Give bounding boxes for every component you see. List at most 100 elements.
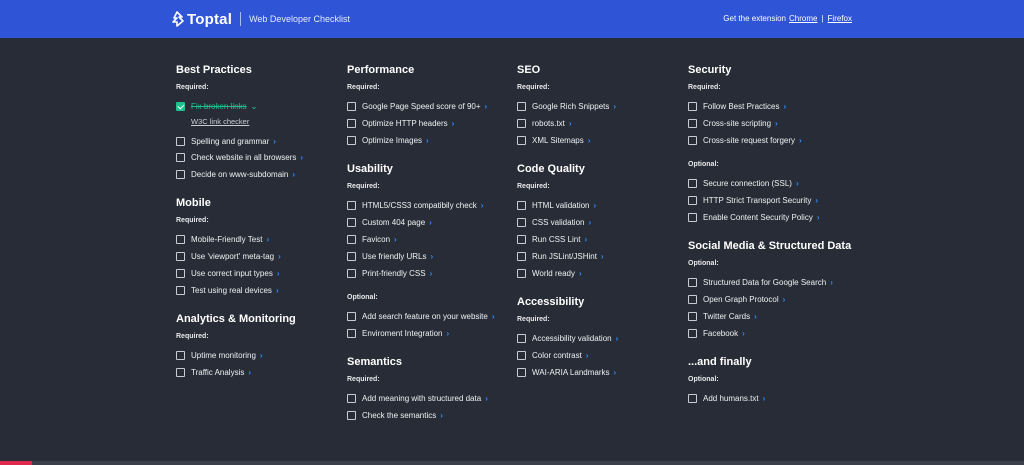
checkbox[interactable] xyxy=(517,200,526,210)
chevron-right-icon[interactable]: › xyxy=(492,312,495,321)
checklist-item[interactable]: Add meaning with structured data › xyxy=(347,392,488,404)
checklist-item[interactable]: Twitter Cards › xyxy=(688,310,757,322)
chevron-right-icon[interactable]: › xyxy=(429,218,432,227)
checkbox[interactable] xyxy=(176,152,185,162)
checkbox[interactable] xyxy=(347,101,356,111)
checklist-item[interactable]: Open Graph Protocol › xyxy=(688,293,785,305)
checklist-item[interactable]: Check the semantics › xyxy=(347,409,443,421)
checkbox[interactable] xyxy=(517,350,526,360)
checkbox[interactable] xyxy=(517,268,526,278)
checkbox[interactable] xyxy=(517,217,526,227)
chevron-right-icon[interactable]: › xyxy=(588,218,591,227)
chevron-right-icon[interactable]: › xyxy=(430,252,433,261)
chevron-right-icon[interactable]: › xyxy=(799,136,802,145)
checklist-item[interactable]: World ready › xyxy=(517,267,582,279)
checklist-item[interactable]: Run JSLint/JSHint › xyxy=(517,250,604,262)
chevron-right-icon[interactable]: › xyxy=(569,119,572,128)
checklist-item[interactable]: Decide on www-subdomain › xyxy=(176,168,295,180)
chevron-right-icon[interactable]: › xyxy=(430,269,433,278)
checkbox[interactable] xyxy=(347,118,356,128)
checkbox[interactable] xyxy=(688,311,697,321)
checkbox[interactable] xyxy=(688,101,697,111)
chevron-right-icon[interactable]: › xyxy=(817,213,820,222)
chevron-right-icon[interactable]: › xyxy=(775,119,778,128)
checklist-item[interactable]: HTML validation › xyxy=(517,199,596,211)
checkbox[interactable] xyxy=(347,393,356,403)
chevron-right-icon[interactable]: › xyxy=(613,102,616,111)
checklist-item[interactable]: Cross-site scripting › xyxy=(688,117,778,129)
checkbox[interactable] xyxy=(176,367,185,377)
checklist-item[interactable]: Structured Data for Google Search › xyxy=(688,276,833,288)
chevron-right-icon[interactable]: › xyxy=(796,179,799,188)
checklist-item[interactable]: Add humans.txt › xyxy=(688,392,765,404)
chevron-right-icon[interactable]: › xyxy=(783,102,786,111)
chevron-right-icon[interactable]: › xyxy=(783,295,786,304)
checklist-item[interactable]: Optimize HTTP headers › xyxy=(347,117,454,129)
chevron-right-icon[interactable]: › xyxy=(588,136,591,145)
chevron-right-icon[interactable]: › xyxy=(273,137,276,146)
checklist-item[interactable]: HTTP Strict Transport Security › xyxy=(688,194,818,206)
chevron-down-icon[interactable]: ⌄ xyxy=(251,102,258,111)
checklist-item[interactable]: Follow Best Practices › xyxy=(688,100,786,112)
checkbox[interactable] xyxy=(347,311,356,321)
checkbox[interactable] xyxy=(517,251,526,261)
toptal-logo[interactable]: Toptal Web Developer Checklist xyxy=(170,10,350,28)
chevron-right-icon[interactable]: › xyxy=(260,351,263,360)
checkbox[interactable] xyxy=(176,285,185,295)
chevron-right-icon[interactable]: › xyxy=(266,235,269,244)
checklist-item[interactable]: HTML5/CSS3 compatibily check › xyxy=(347,199,483,211)
chevron-right-icon[interactable]: › xyxy=(452,119,455,128)
checklist-item[interactable]: CSS validation › xyxy=(517,216,591,228)
checklist-item[interactable]: Google Rich Snippets › xyxy=(517,100,616,112)
checkbox[interactable] xyxy=(347,328,356,338)
chevron-right-icon[interactable]: › xyxy=(763,394,766,403)
chevron-right-icon[interactable]: › xyxy=(394,235,397,244)
checkbox[interactable] xyxy=(688,118,697,128)
checklist-item[interactable]: Uptime monitoring › xyxy=(176,349,263,361)
checklist-item-fix-broken-links[interactable]: Fix broken links ⌄ xyxy=(176,100,257,112)
chevron-right-icon[interactable]: › xyxy=(830,278,833,287)
checklist-item[interactable]: Use friendly URLs › xyxy=(347,250,433,262)
checklist-item[interactable]: robots.txt › xyxy=(517,117,572,129)
checklist-item[interactable]: Check website in all browsers › xyxy=(176,151,303,163)
chevron-right-icon[interactable]: › xyxy=(248,368,251,377)
chevron-right-icon[interactable]: › xyxy=(594,201,597,210)
chevron-right-icon[interactable]: › xyxy=(447,329,450,338)
chrome-extension-link[interactable]: Chrome xyxy=(789,14,817,23)
checklist-item[interactable]: Cross-site request forgery › xyxy=(688,134,802,146)
chevron-right-icon[interactable]: › xyxy=(276,286,279,295)
chevron-right-icon[interactable]: › xyxy=(579,269,582,278)
checkbox[interactable] xyxy=(517,101,526,111)
checklist-item[interactable]: Enviroment Integration › xyxy=(347,327,449,339)
checklist-item[interactable]: Custom 404 page › xyxy=(347,216,432,228)
chevron-right-icon[interactable]: › xyxy=(485,102,488,111)
checkbox[interactable] xyxy=(517,135,526,145)
checkbox[interactable] xyxy=(517,118,526,128)
checklist-item[interactable]: Optimize Images › xyxy=(347,134,429,146)
checkbox[interactable] xyxy=(347,268,356,278)
chevron-right-icon[interactable]: › xyxy=(815,196,818,205)
chevron-right-icon[interactable]: › xyxy=(616,334,619,343)
checklist-item[interactable]: Accessibility validation › xyxy=(517,332,618,344)
checklist-item[interactable]: Google Page Speed score of 90+ › xyxy=(347,100,487,112)
checkbox[interactable] xyxy=(176,350,185,360)
checkbox[interactable] xyxy=(688,277,697,287)
checkbox[interactable] xyxy=(688,212,697,222)
checkbox[interactable] xyxy=(688,195,697,205)
checklist-item[interactable]: Color contrast › xyxy=(517,349,588,361)
chevron-right-icon[interactable]: › xyxy=(426,136,429,145)
checkbox[interactable] xyxy=(688,393,697,403)
checklist-item[interactable]: Add search feature on your website › xyxy=(347,310,495,322)
checklist-item[interactable]: Traffic Analysis › xyxy=(176,366,251,378)
checkbox[interactable] xyxy=(517,333,526,343)
checkbox[interactable] xyxy=(347,251,356,261)
chevron-right-icon[interactable]: › xyxy=(601,252,604,261)
checkbox[interactable] xyxy=(347,200,356,210)
chevron-right-icon[interactable]: › xyxy=(440,411,443,420)
checklist-item[interactable]: Secure connection (SSL) › xyxy=(688,177,799,189)
checkbox[interactable] xyxy=(176,251,185,261)
checklist-item[interactable]: Use 'viewport' meta-tag › xyxy=(176,250,281,262)
checklist-item[interactable]: Favicon › xyxy=(347,233,397,245)
chevron-right-icon[interactable]: › xyxy=(300,153,303,162)
chevron-right-icon[interactable]: › xyxy=(614,368,617,377)
